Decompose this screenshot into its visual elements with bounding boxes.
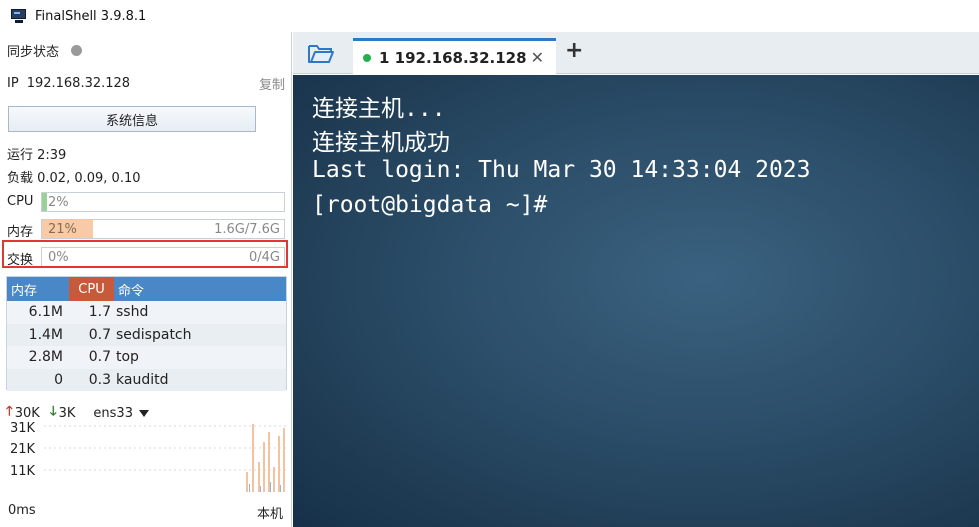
terminal[interactable]: 连接主机... 连接主机成功 Last login: Thu Mar 30 14…	[293, 75, 979, 527]
title-bar: FinalShell 3.9.8.1	[0, 0, 979, 32]
connected-status-icon	[363, 53, 371, 62]
terminal-prompt: [root@bigdata ~]#	[312, 192, 548, 218]
tab-session[interactable]: 1 192.168.32.128 ✕	[353, 38, 556, 74]
process-cmd: top	[116, 349, 139, 366]
cpu-meter-fill	[42, 193, 47, 211]
process-cpu: 0.7	[88, 326, 111, 343]
window-title: FinalShell 3.9.8.1	[35, 8, 147, 24]
swap-highlight-box	[2, 240, 288, 268]
cpu-label: CPU	[7, 194, 34, 209]
memory-meter: 21% 1.6G/7.6G	[41, 219, 285, 239]
net-y-label: 11K	[10, 464, 36, 479]
table-row[interactable]: 0 0.3 kauditd	[7, 368, 286, 391]
memory-label: 内存	[7, 225, 34, 240]
terminal-line: 连接主机成功	[312, 130, 450, 156]
folder-open-icon[interactable]	[307, 42, 335, 64]
ip-value: 192.168.32.128	[26, 76, 131, 91]
ip-row: IP 192.168.32.128 复制	[7, 74, 285, 93]
table-row[interactable]: 6.1M 1.7 sshd	[7, 301, 286, 324]
network-traffic-chart	[44, 424, 288, 492]
interface-select[interactable]: ens33	[93, 405, 150, 421]
cpu-meter: 2%	[41, 192, 285, 212]
upload-rate: 30K	[14, 405, 40, 421]
download-rate: 3K	[58, 405, 76, 421]
latency-text: 0ms	[8, 503, 36, 518]
sync-status-row: 同步状态	[7, 41, 285, 60]
finalshell-logo-icon	[11, 9, 27, 23]
net-y-label: 31K	[10, 421, 36, 436]
copy-ip-button[interactable]: 复制	[259, 74, 285, 93]
add-tab-button[interactable]: +	[565, 38, 583, 63]
process-mem: 6.1M	[28, 304, 63, 321]
terminal-line: 连接主机...	[312, 96, 446, 122]
uptime-text: 运行 2:39	[7, 148, 67, 163]
close-icon[interactable]: ✕	[531, 48, 544, 67]
interface-name: ens33	[93, 405, 133, 421]
process-mem: 1.4M	[28, 326, 63, 343]
process-table-header: 内存 CPU 命令	[7, 277, 286, 301]
process-cpu: 0.7	[88, 349, 111, 366]
sidebar: 同步状态 IP 192.168.32.128 复制 系统信息 运行 2:39 负…	[0, 32, 292, 527]
process-cmd: sedispatch	[116, 326, 192, 343]
tab-bar: 1 192.168.32.128 ✕ +	[293, 32, 979, 74]
system-info-button[interactable]: 系统信息	[8, 106, 256, 132]
process-table: 内存 CPU 命令 6.1M 1.7 sshd 1.4M 0.7 sedispa…	[6, 276, 287, 391]
col-header-command[interactable]: 命令	[114, 280, 144, 299]
memory-percent: 21%	[48, 222, 77, 237]
net-y-label: 21K	[10, 442, 36, 457]
sync-status-icon	[71, 45, 83, 56]
terminal-line: Last login: Thu Mar 30 14:33:04 2023	[312, 157, 811, 183]
process-cmd: kauditd	[116, 371, 169, 388]
load-text: 负载 0.02, 0.09, 0.10	[7, 171, 141, 186]
ip-label: IP	[7, 76, 19, 91]
memory-usage: 1.6G/7.6G	[214, 222, 280, 237]
tab-label: 1 192.168.32.128	[379, 48, 527, 67]
download-arrow-icon: 🡓	[49, 404, 57, 419]
process-cmd: sshd	[116, 304, 149, 321]
process-mem: 0	[54, 371, 63, 388]
sync-status-label: 同步状态	[7, 45, 60, 60]
host-label[interactable]: 本机	[257, 503, 283, 522]
table-row[interactable]: 1.4M 0.7 sedispatch	[7, 323, 286, 346]
cpu-percent: 2%	[48, 195, 69, 210]
process-mem: 2.8M	[28, 349, 63, 366]
col-header-cpu[interactable]: CPU	[69, 277, 114, 301]
col-header-memory[interactable]: 内存	[7, 280, 69, 299]
process-cpu: 1.7	[88, 304, 111, 321]
process-cpu: 0.3	[88, 371, 111, 388]
table-row[interactable]: 2.8M 0.7 top	[7, 346, 286, 369]
chevron-down-icon	[139, 409, 150, 417]
